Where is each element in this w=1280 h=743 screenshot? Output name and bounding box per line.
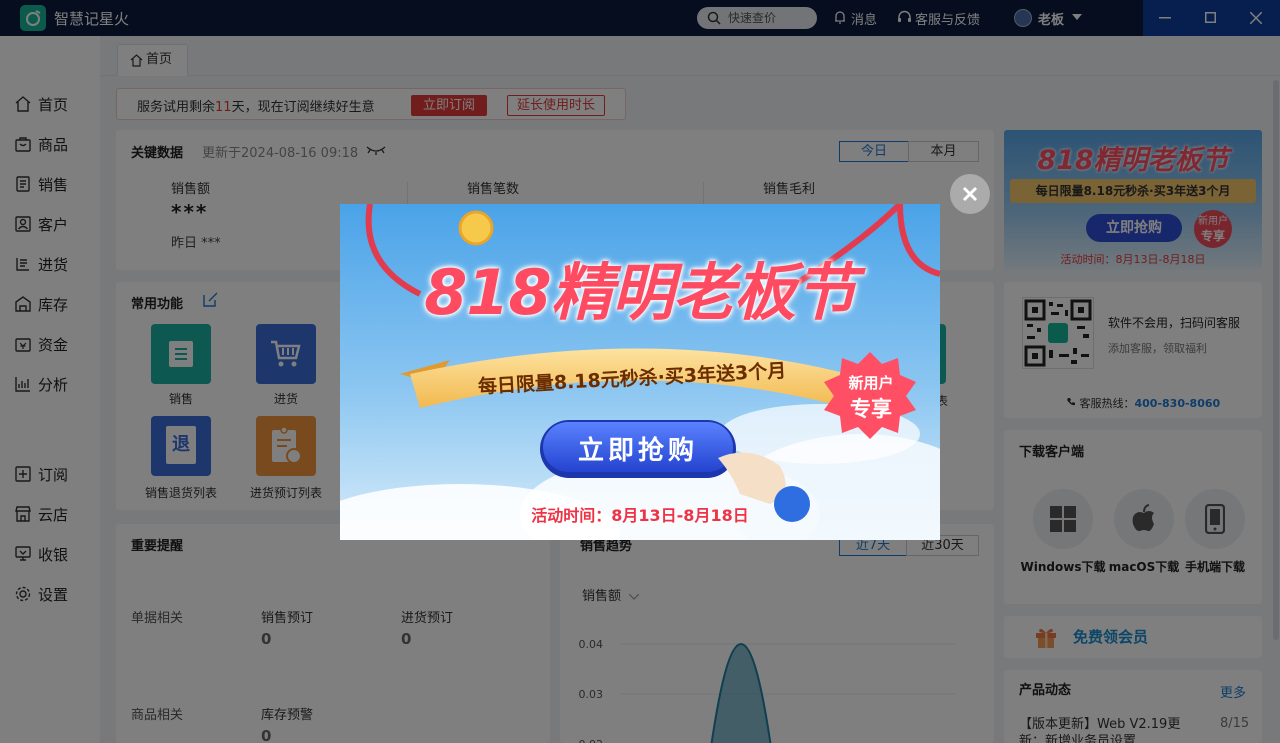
popup-buy-button[interactable]: 立即抢购	[543, 430, 733, 467]
promo-popup[interactable]: 818精明老板节 每日限量8.18元秒杀·买3年送3个月 新用户 专享 立即抢购…	[340, 204, 940, 540]
popup-badge-line2: 专享	[850, 397, 892, 421]
close-popup-button[interactable]	[950, 174, 990, 214]
popup-title: 818精明老板节	[424, 256, 856, 329]
popup-badge-line1: 新用户	[848, 374, 894, 392]
popup-time: 活动时间：8月13日-8月18日	[531, 506, 749, 525]
close-icon	[962, 186, 978, 202]
popup-badge: 新用户 专享	[836, 372, 906, 423]
